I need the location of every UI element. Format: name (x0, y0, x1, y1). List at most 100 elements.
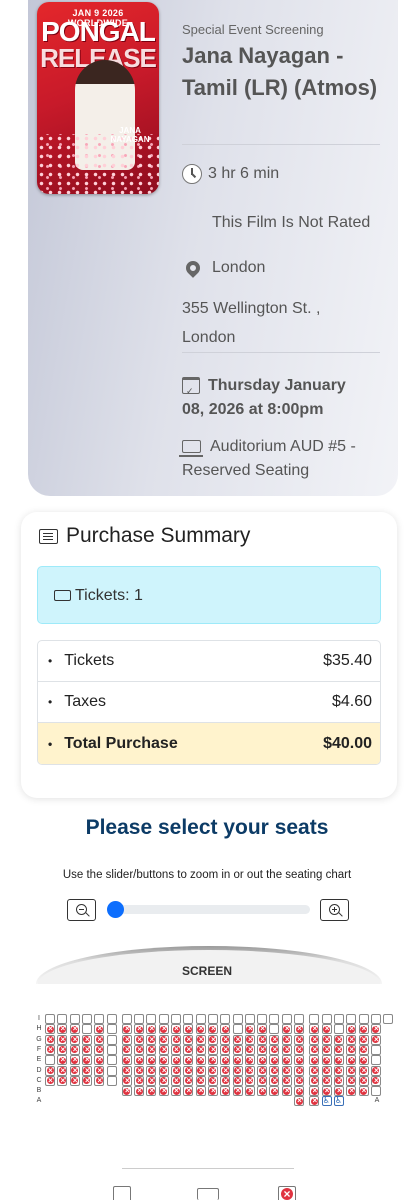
row-label: A (374, 1097, 380, 1105)
zoom-slider-track[interactable] (107, 905, 310, 914)
seat-taken (158, 1085, 169, 1097)
location-pin-icon (183, 257, 203, 278)
seat-available[interactable] (81, 1014, 92, 1024)
summary-heading: Purchase Summary (66, 524, 251, 547)
line-item-amount: $35.40 (323, 652, 372, 669)
seat-available[interactable] (106, 1044, 117, 1055)
line-item-label: Tickets (64, 652, 115, 669)
city-row: London (182, 256, 265, 280)
seat-available[interactable] (106, 1024, 117, 1035)
seat-map-divider (122, 1168, 294, 1169)
seat-taken (220, 1085, 231, 1097)
seat-available[interactable] (106, 1075, 117, 1086)
monitor-icon (179, 440, 203, 458)
seat-taken (358, 1085, 369, 1097)
datetime-text: Thursday January 08, 2026 at 8:00pm (182, 377, 346, 418)
line-item-total: • Total Purchase $40.00 (38, 723, 380, 764)
zoom-hint-text: Use the slider/buttons to zoom in or out… (62, 869, 352, 881)
seat-taken (244, 1085, 255, 1097)
row-label: B (36, 1087, 42, 1095)
seat-taken (195, 1085, 206, 1097)
seat-taken (57, 1075, 68, 1086)
seat-taken (146, 1085, 157, 1097)
seat-taken (333, 1085, 344, 1097)
zoom-in-icon (329, 904, 340, 915)
divider (182, 352, 380, 353)
row-label: E (36, 1056, 42, 1064)
seat-available[interactable] (106, 1065, 117, 1076)
seat-taken (370, 1034, 381, 1045)
seat-available[interactable] (269, 1014, 280, 1024)
duration-row: 3 hr 6 min (182, 162, 279, 186)
row-label: H (36, 1025, 42, 1033)
seat-taken (346, 1085, 357, 1097)
seat-taken (257, 1085, 268, 1097)
seat-taken (134, 1085, 145, 1097)
seat-available[interactable] (106, 1014, 117, 1024)
zoom-out-button[interactable] (67, 899, 96, 921)
row-label: D (36, 1066, 42, 1074)
seat-taken (294, 1095, 304, 1107)
legend-selected-seat (197, 1188, 219, 1200)
zoom-in-button[interactable] (320, 899, 349, 921)
seat-taken (281, 1085, 292, 1097)
seat-available[interactable] (383, 1014, 394, 1024)
purchase-summary-card: Purchase Summary Tickets: 1 • Tickets $35… (21, 512, 397, 798)
legend-taken-seat (278, 1186, 296, 1200)
seat-taken (171, 1085, 181, 1097)
tickets-count-text: Tickets: 1 (75, 586, 143, 604)
seat-available[interactable] (370, 1086, 381, 1097)
row-label: C (36, 1076, 42, 1084)
seat-taken (69, 1075, 80, 1086)
movie-poster: JAN 9 2026 WORLDWIDE PONGAL RELEASE JANA… (37, 2, 159, 194)
receipt-icon (39, 528, 58, 544)
seat-accessible[interactable] (333, 1096, 344, 1107)
seat-available[interactable] (106, 1055, 117, 1066)
seat-accessible[interactable] (321, 1096, 332, 1107)
seat-taken (309, 1095, 320, 1107)
seat-taken (45, 1044, 55, 1055)
seat-available[interactable] (370, 1044, 381, 1055)
tickets-count-alert: Tickets: 1 (37, 566, 381, 624)
seat-taken (121, 1085, 132, 1097)
line-item-label: Total Purchase (64, 734, 178, 752)
ticket-icon (54, 590, 71, 601)
screen-label: SCREEN (181, 964, 232, 978)
seat-selection-heading: Please select your seats (85, 816, 329, 839)
auditorium-text: Auditorium AUD #5 - Reserved Seating (182, 438, 356, 479)
line-item-amount: $4.60 (331, 693, 372, 710)
seat-taken (81, 1075, 92, 1086)
poster-logo: JANA NAYAGAN (110, 126, 150, 144)
seat-available[interactable] (333, 1014, 344, 1024)
line-item-taxes: • Taxes $4.60 (38, 682, 380, 723)
clock-icon (182, 163, 202, 184)
line-item-tickets: • Tickets $35.40 (38, 641, 380, 682)
row-label: A (36, 1097, 42, 1105)
seat-taken (207, 1085, 218, 1097)
address-text: 355 Wellington St. , London (182, 300, 321, 346)
summary-header: Purchase Summary (39, 524, 250, 548)
seat-taken (183, 1085, 194, 1097)
poster-title-line1: PONGAL (41, 16, 156, 47)
line-item-amount: $40.00 (323, 734, 372, 752)
seat-taken (321, 1085, 332, 1097)
zoom-slider-thumb[interactable] (107, 901, 124, 918)
seat-taken (45, 1075, 55, 1086)
zoom-out-icon (76, 904, 87, 915)
datetime-row: Thursday January 08, 2026 at 8:00pm (182, 374, 372, 422)
auditorium-row: Auditorium AUD #5 - Reserved Seating (179, 435, 378, 483)
event-title: Jana Nayagan - Tamil (LR) (Atmos) (182, 43, 378, 100)
rating-text: This Film Is Not Rated (212, 214, 371, 231)
seat-available[interactable] (106, 1034, 117, 1045)
divider (182, 144, 380, 145)
seat-taken (370, 1075, 381, 1086)
seat-taken (232, 1085, 243, 1097)
duration-text: 3 hr 6 min (208, 165, 280, 182)
event-type-label: Special Event Screening (182, 22, 324, 37)
seat-available[interactable] (232, 1014, 243, 1024)
row-label: I (38, 1015, 40, 1022)
calendar-icon (182, 377, 200, 403)
event-header-card: JAN 9 2026 WORLDWIDE PONGAL RELEASE JANA… (28, 0, 398, 496)
seat-taken (94, 1075, 105, 1086)
line-item-label: Taxes (64, 693, 106, 710)
